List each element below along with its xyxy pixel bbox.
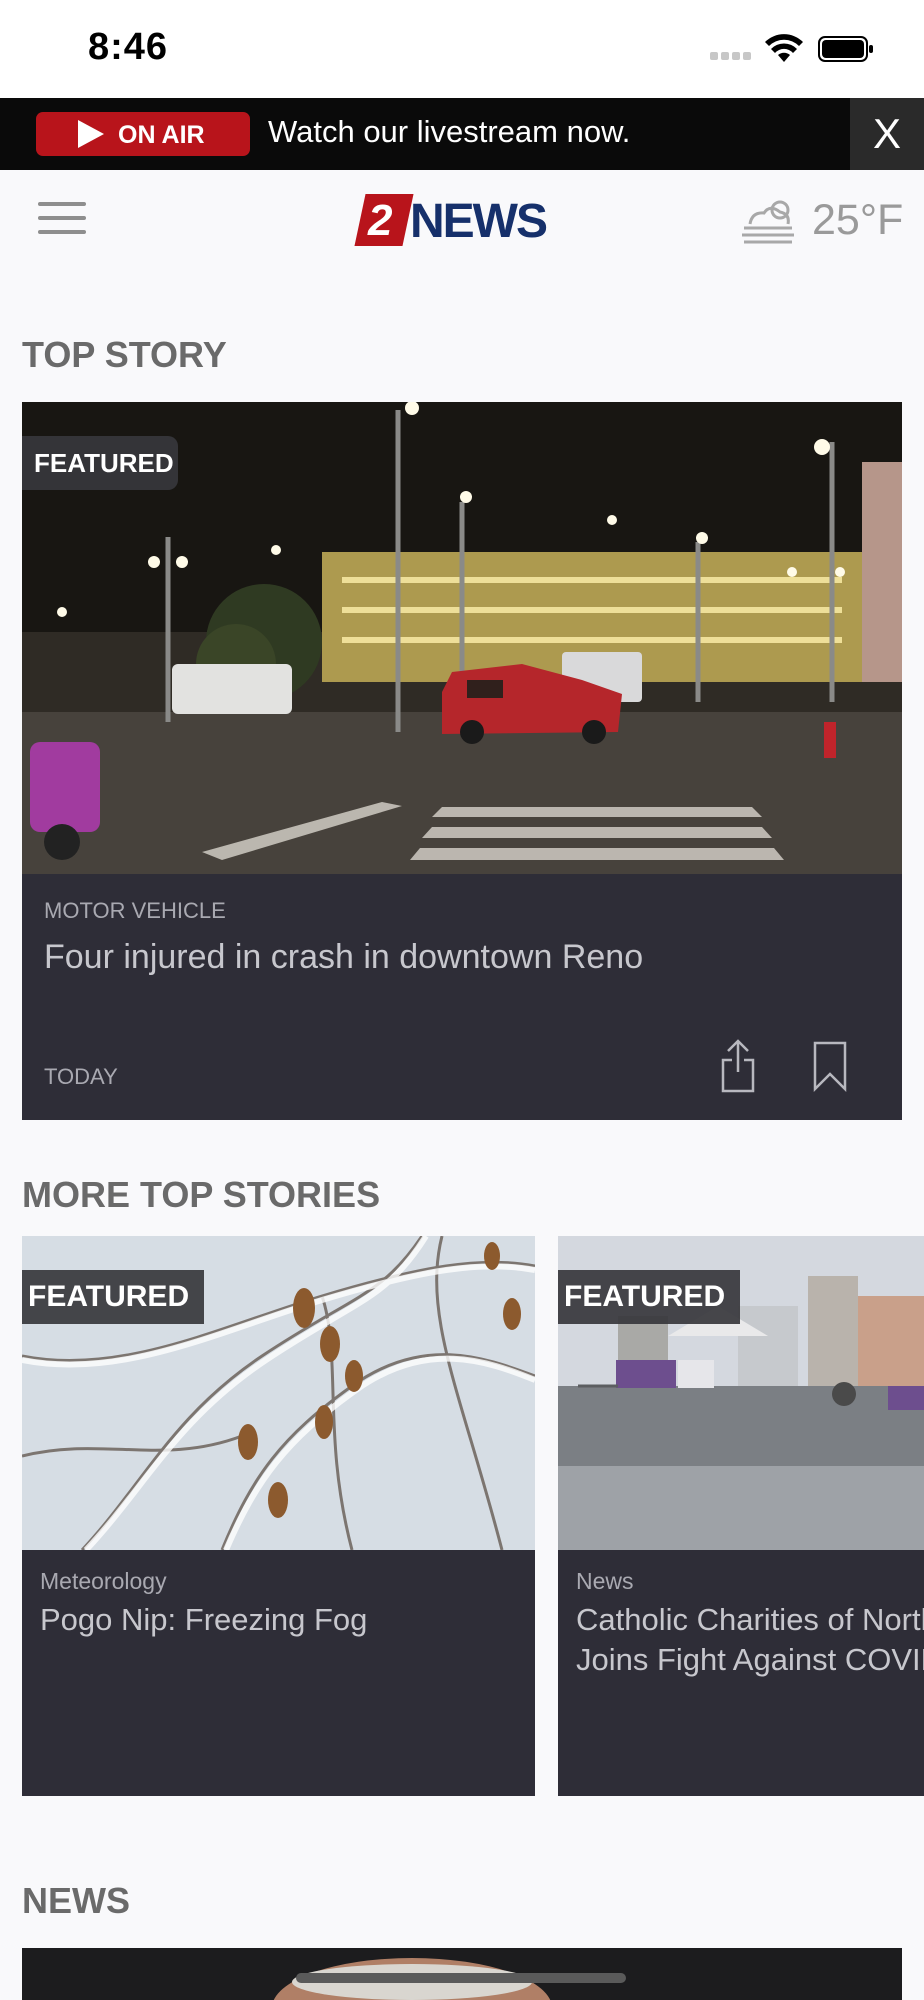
news-heading: NEWS: [22, 1880, 130, 1921]
story-category[interactable]: MOTOR VEHICLE: [44, 898, 226, 924]
featured-badge: FEATURED: [22, 1270, 204, 1324]
story-category[interactable]: News: [576, 1568, 634, 1595]
top-story-heading: TOP STORY: [22, 334, 227, 375]
featured-badge: FEATURED: [22, 436, 178, 490]
featured-badge-label: FEATURED: [34, 448, 174, 478]
share-icon[interactable]: [720, 1038, 756, 1094]
on-air-label: ON AIR: [118, 121, 205, 149]
story-headline[interactable]: Catholic Charities of Northern Nevada Jo…: [576, 1600, 924, 1680]
temperature-label[interactable]: 25°F: [812, 196, 903, 245]
close-banner-button[interactable]: X: [850, 98, 924, 170]
logo-number: 2: [368, 196, 393, 245]
status-bar: 8:46: [0, 0, 924, 98]
livestream-message[interactable]: Watch our livestream now.: [268, 114, 630, 150]
livestream-banner[interactable]: ON AIR Watch our livestream now. X: [0, 98, 924, 170]
battery-icon: [818, 36, 873, 62]
story-headline[interactable]: Four injured in crash in downtown Reno: [44, 938, 643, 977]
home-indicator: [296, 1973, 626, 1983]
cellular-signal-icon: [710, 52, 754, 62]
2news-logo[interactable]: 2 NEWS: [354, 194, 560, 248]
featured-badge-label: FEATURED: [564, 1280, 726, 1313]
story-card-1[interactable]: FEATURED Meteorology Pogo Nip: Freezing …: [22, 1236, 535, 1796]
wifi-icon: [765, 34, 803, 62]
top-story-card[interactable]: FEATURED MOTOR VEHICLE Four injured in c…: [22, 402, 902, 1120]
hamburger-menu-icon[interactable]: [38, 200, 86, 236]
on-air-badge[interactable]: ON AIR: [36, 112, 250, 156]
featured-badge: FEATURED: [558, 1270, 740, 1324]
play-icon: [78, 120, 104, 148]
app-header: 2 NEWS 25°F: [0, 170, 924, 270]
logo-word: NEWS: [410, 195, 548, 248]
story-headline[interactable]: Pogo Nip: Freezing Fog: [40, 1600, 535, 1640]
top-story-image[interactable]: FEATURED: [22, 402, 902, 874]
featured-badge-label: FEATURED: [28, 1280, 190, 1313]
story-card-1-image[interactable]: FEATURED: [22, 1236, 535, 1550]
status-time: 8:46: [88, 26, 169, 68]
story-date: TODAY: [44, 1064, 118, 1089]
story-card-2-image[interactable]: FEATURED: [558, 1236, 924, 1550]
more-top-stories-heading: MORE TOP STORIES: [22, 1174, 381, 1215]
bookmark-icon[interactable]: [812, 1040, 848, 1092]
story-category[interactable]: Meteorology: [40, 1568, 167, 1595]
fog-cloud-icon[interactable]: [740, 198, 796, 248]
story-card-2[interactable]: FEATURED News Catholic Charities of Nort…: [558, 1236, 924, 1796]
